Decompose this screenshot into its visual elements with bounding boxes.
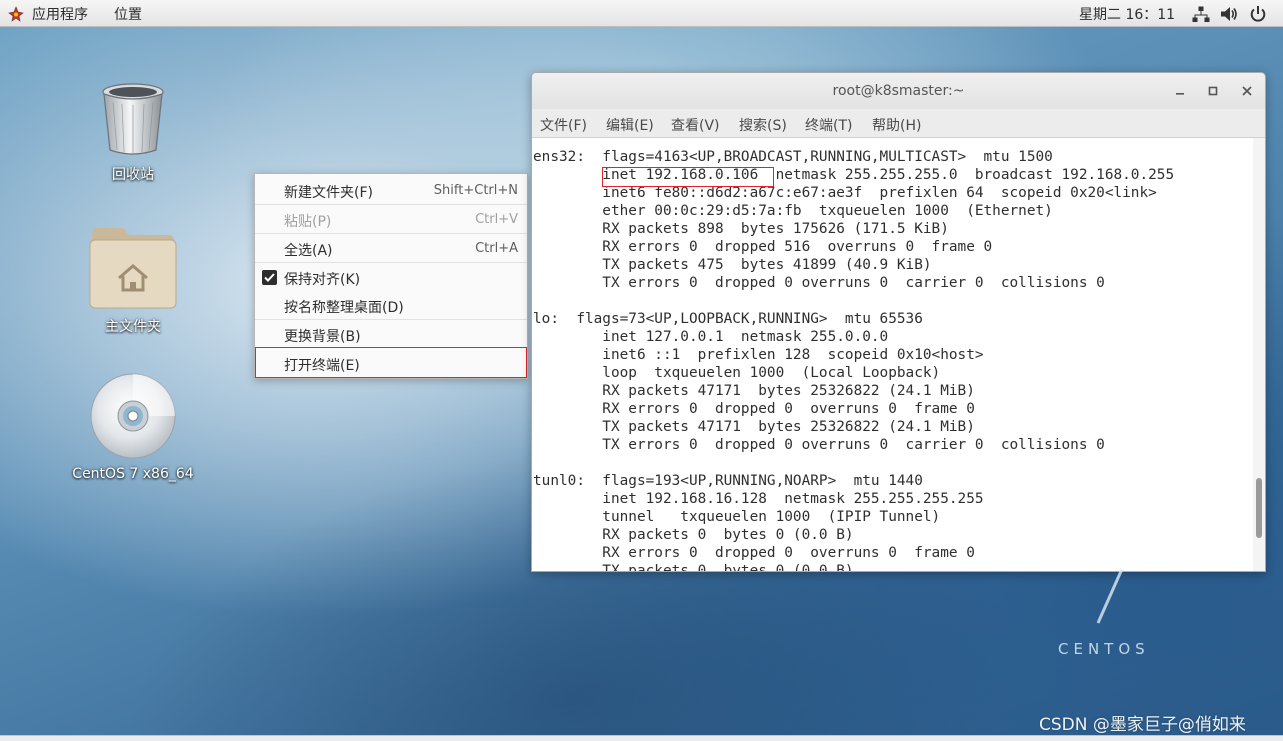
menu-item-label: 全选(A) bbox=[284, 243, 333, 259]
scrollbar-thumb[interactable] bbox=[1256, 478, 1262, 538]
centos-brand-text: CENTOS bbox=[1058, 640, 1150, 658]
applications-menu[interactable]: 应用程序 bbox=[32, 4, 88, 24]
menu-search[interactable]: 搜索(S) bbox=[739, 115, 787, 135]
dvd-icon bbox=[90, 373, 176, 459]
highlight-box bbox=[255, 347, 527, 378]
highlight-box bbox=[602, 167, 774, 187]
menu-item-sort-by-name[interactable]: 按名称整理桌面(D) bbox=[255, 291, 527, 319]
menu-item-shortcut: Ctrl+A bbox=[475, 241, 518, 256]
desktop-icon-label: CentOS 7 x86_64 bbox=[72, 466, 194, 482]
power-icon[interactable] bbox=[1249, 5, 1267, 23]
desktop-icon-trash[interactable]: 回收站 bbox=[68, 80, 198, 184]
menu-item-select-all[interactable]: 全选(A) Ctrl+A bbox=[255, 234, 527, 262]
menu-file[interactable]: 文件(F) bbox=[540, 115, 587, 135]
menu-help[interactable]: 帮助(H) bbox=[872, 115, 921, 135]
menu-view[interactable]: 查看(V) bbox=[671, 115, 720, 135]
desktop-icon-label: 回收站 bbox=[112, 167, 154, 183]
terminal-window[interactable]: root@k8smaster:~ 文件(F) 编辑(E) 查看(V) 搜索(S)… bbox=[531, 72, 1266, 572]
clock[interactable]: 星期二 16：11 bbox=[1079, 4, 1175, 24]
menu-item-new-folder[interactable]: 新建文件夹(F) Shift+Ctrl+N bbox=[255, 176, 527, 204]
menu-item-label: 新建文件夹(F) bbox=[284, 185, 373, 201]
desktop-icon-label: 主文件夹 bbox=[105, 319, 161, 335]
menu-item-label: 更换背景(B) bbox=[284, 329, 361, 345]
menu-item-change-background[interactable]: 更换背景(B) bbox=[255, 320, 527, 348]
terminal-titlebar[interactable]: root@k8smaster:~ bbox=[532, 73, 1265, 109]
watermark: CSDN @墨家巨子@俏如来 bbox=[1039, 715, 1246, 735]
desktop-icon-dvd[interactable]: CentOS 7 x86_64 bbox=[68, 372, 198, 482]
window-title: root@k8smaster:~ bbox=[832, 83, 965, 99]
checkbox-checked-icon[interactable] bbox=[262, 270, 277, 285]
scrollbar[interactable] bbox=[1253, 138, 1265, 571]
network-icon[interactable] bbox=[1192, 5, 1210, 23]
bottom-panel bbox=[0, 735, 1283, 741]
menu-item-keep-aligned[interactable]: 保持对齐(K) bbox=[255, 263, 527, 291]
menu-edit[interactable]: 编辑(E) bbox=[606, 115, 654, 135]
menu-item-label: 粘贴(P) bbox=[284, 214, 332, 230]
terminal-output[interactable]: ens32: flags=4163<UP,BROADCAST,RUNNING,M… bbox=[533, 148, 1174, 571]
menu-item-label: 保持对齐(K) bbox=[284, 272, 361, 288]
desktop-icon-home-folder[interactable]: 主文件夹 bbox=[68, 226, 198, 336]
applications-icon[interactable] bbox=[8, 6, 24, 22]
close-icon[interactable] bbox=[1239, 83, 1255, 99]
menu-item-paste[interactable]: 粘贴(P) Ctrl+V bbox=[255, 205, 527, 233]
maximize-icon[interactable] bbox=[1205, 83, 1221, 99]
volume-icon[interactable] bbox=[1220, 5, 1238, 23]
minimize-icon[interactable] bbox=[1172, 83, 1188, 99]
menu-item-label: 按名称整理桌面(D) bbox=[284, 300, 404, 316]
menu-item-shortcut: Shift+Ctrl+N bbox=[433, 183, 518, 198]
terminal-output-area[interactable]: ens32: flags=4163<UP,BROADCAST,RUNNING,M… bbox=[532, 138, 1253, 571]
centos-logo-stroke bbox=[1096, 568, 1124, 624]
trash-icon bbox=[102, 83, 164, 155]
top-panel: 应用程序 位置 星期二 16：11 bbox=[0, 0, 1283, 27]
home-folder-icon bbox=[89, 228, 177, 309]
terminal-menubar: 文件(F) 编辑(E) 查看(V) 搜索(S) 终端(T) 帮助(H) bbox=[532, 109, 1265, 138]
menu-terminal[interactable]: 终端(T) bbox=[805, 115, 852, 135]
desktop-context-menu: 新建文件夹(F) Shift+Ctrl+N 粘贴(P) Ctrl+V 全选(A)… bbox=[254, 173, 528, 379]
menu-item-shortcut: Ctrl+V bbox=[475, 212, 518, 227]
places-menu[interactable]: 位置 bbox=[114, 4, 142, 24]
